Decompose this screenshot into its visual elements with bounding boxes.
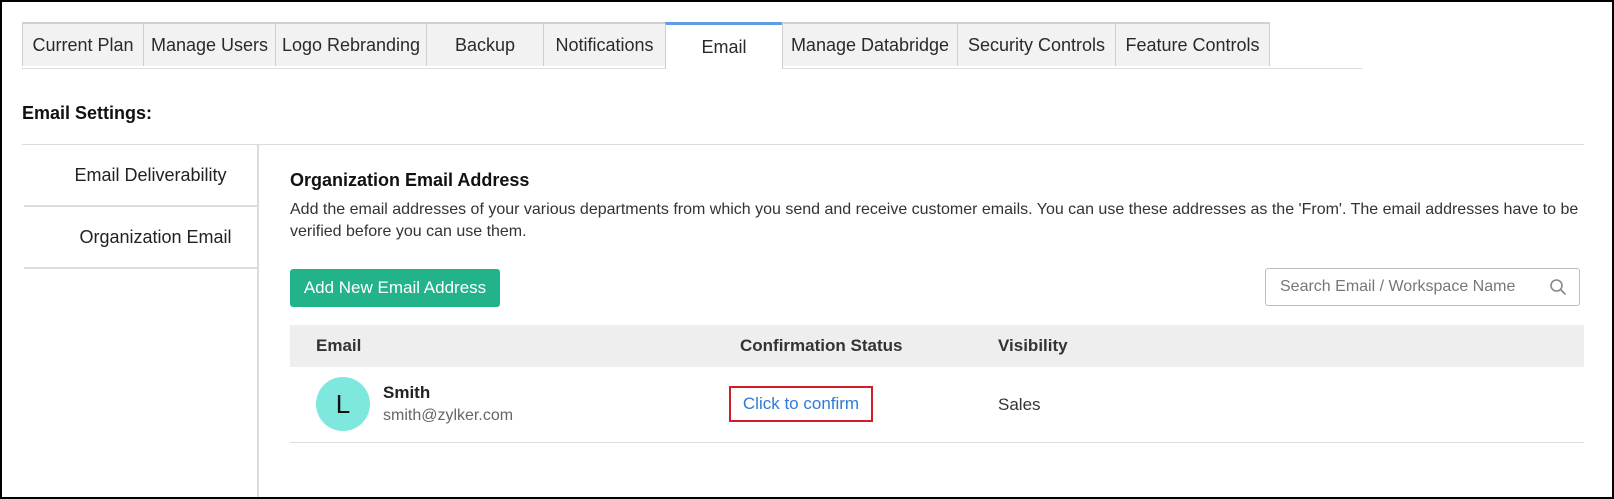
tab-current-plan[interactable]: Current Plan (22, 22, 144, 66)
column-header-visibility: Visibility (998, 336, 1068, 355)
confirm-highlight-box: Click to confirm (729, 386, 873, 422)
tab-feature-controls[interactable]: Feature Controls (1115, 22, 1270, 66)
tab-manage-databridge[interactable]: Manage Databridge (782, 22, 958, 66)
tab-backup[interactable]: Backup (426, 22, 544, 66)
visibility-value: Sales (998, 395, 1041, 414)
sidebar-item-organization-email[interactable]: Organization Email (24, 207, 257, 269)
search-icon[interactable] (1549, 278, 1567, 296)
tab-notifications[interactable]: Notifications (543, 22, 666, 66)
tab-security-controls[interactable]: Security Controls (957, 22, 1116, 66)
section-title: Organization Email Address (290, 170, 530, 190)
table-header: Email Confirmation Status Visibility (290, 325, 1584, 367)
sidebar: Email Deliverability Organization Email (24, 145, 259, 497)
user-email: smith@zylker.com (383, 407, 514, 424)
tab-manage-users[interactable]: Manage Users (143, 22, 276, 66)
avatar: L (316, 377, 370, 431)
column-header-email: Email (316, 336, 362, 355)
search-input[interactable] (1278, 277, 1552, 297)
add-new-email-button[interactable]: Add New Email Address (290, 269, 500, 307)
user-name: Smith (383, 383, 431, 402)
tab-logo-rebranding[interactable]: Logo Rebranding (275, 22, 427, 66)
section-description: Add the email addresses of your various … (290, 201, 1579, 240)
table-row: L Smith smith@zylker.com Click to confir… (290, 367, 1584, 443)
tab-email[interactable]: Email (665, 22, 783, 69)
sidebar-item-email-deliverability[interactable]: Email Deliverability (24, 145, 257, 207)
click-to-confirm-link[interactable]: Click to confirm (743, 394, 859, 414)
search-box[interactable] (1265, 268, 1580, 306)
app-frame: Current Plan Manage Users Logo Rebrandin… (0, 0, 1614, 499)
column-header-status: Confirmation Status (740, 336, 903, 355)
settings-tabs: Current Plan Manage Users Logo Rebrandin… (22, 22, 1362, 69)
page-title: Email Settings: (22, 103, 153, 123)
